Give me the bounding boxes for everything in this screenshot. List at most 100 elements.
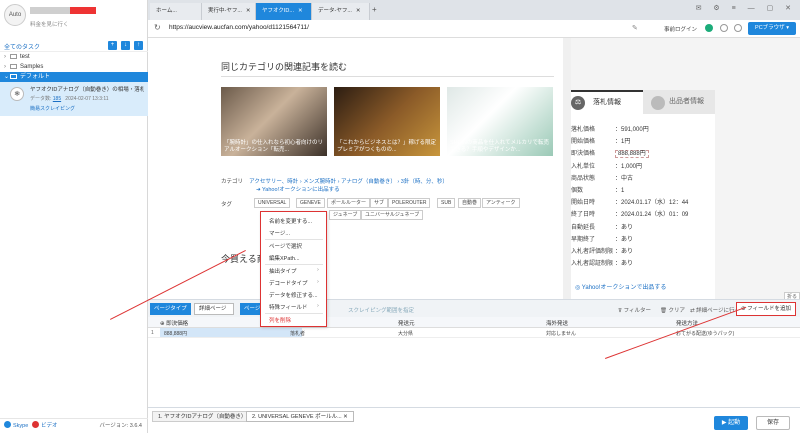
menu-item-select-in-page[interactable]: ページで選択 [269,242,302,250]
tag[interactable]: サブ [370,198,389,208]
tree-item-default[interactable]: ⌄ デフォルト [0,72,148,82]
cell-method[interactable]: おてがる配送(ゆうパック) [676,330,734,337]
table-row[interactable]: 1 888,888円 落札者 大分県 対応しません おてがる配送(ゆうパック) [148,328,800,338]
page-type-button[interactable]: ページタイプ [150,303,191,315]
tree-label: Samples [20,64,44,70]
import-icon[interactable]: ↓ [121,41,130,50]
tag[interactable]: GENEVE [296,198,325,208]
clear-button[interactable]: 🗑 クリア [660,306,685,314]
menu-item-edit-xpath[interactable]: 編集XPath... [269,254,300,262]
task-item[interactable]: 🕸 ヤフオクIDアナログ（自動巻き）の相場・落札価格 データ数: 185 202… [0,82,148,116]
yahoo-auction-link[interactable]: ◎ Yahoo!オークションで出品する [575,282,666,291]
yahoo-sell-link[interactable]: ➜ Yahoo!オークションに出品する [256,185,340,193]
detail-value: ：あり [615,224,634,231]
export-icon[interactable]: ↑ [134,41,143,50]
upgrade-link[interactable]: 料金を見に行く [30,20,69,28]
tag[interactable]: POLEROUTER [388,198,431,208]
detail-key: 早期終了 [571,236,596,243]
article-thumb[interactable]: 「腕時計」の仕入れなら初心者向けのリアルオークション「転売... [221,87,327,156]
close-icon[interactable]: ✕ [356,8,361,14]
page-type-select[interactable]: 詳細ページ ▾ [194,303,234,323]
tab-data[interactable]: データ-ヤフ... ✕ [312,3,370,20]
column-header[interactable]: 発送元 [398,319,415,327]
pc-browser-dropdown[interactable]: PCブラウザ ▾ [748,22,796,35]
url-input[interactable]: https://aucview.aucfan.com/yahoo/d112156… [169,24,309,31]
data-grid: ⊕ 即決価格 発送元 海外発送 発送方法 1 888,888円 落札者 大分県 … [148,317,800,407]
tab-label: ヤフオクID... [262,8,294,14]
save-button[interactable]: 保存 [756,416,790,430]
all-tasks-label[interactable]: 全てのタスク [4,42,40,51]
skype-link[interactable]: Skype [4,419,28,434]
goto-detail-button[interactable]: ⇄ 詳細ページに行く [690,306,740,314]
cell-origin[interactable]: 大分県 [398,330,413,337]
bottom-bar: 1. ヤフオクIDアナログ（自動巻き）... 2. UNIVERSAL GENE… [148,407,800,433]
prelogin-button[interactable]: 事前ログイン [664,25,697,33]
menu-item-merge[interactable]: マージ... [269,229,290,237]
tab-running[interactable]: 実行中-ヤフ... ✕ [202,3,256,20]
auction-info-panel: 落札情報 出品者情報 ⚖ 落札価格 ：591,000円 開始価格 ：1円 即決価格 888… [563,38,800,299]
tag[interactable]: ユニバーサルジュネーブ [361,210,424,220]
tab-home[interactable]: ホーム... [150,3,202,20]
detail-row: 開始日時 ：2024.01.17（水）12：44 [571,197,688,206]
start-button[interactable]: ▶ 起動 [714,416,748,430]
tag[interactable]: 自動巻 [458,198,482,208]
cell-price[interactable]: 888,888円 [164,330,187,337]
tab-yahoo-active[interactable]: ヤフオクID... ✕ [256,3,312,20]
app-logo: Auto [4,4,26,26]
tree-item-test[interactable]: › test [0,52,148,62]
article-caption: SHEINの商品を仕入れてメルカリで転売できる？手順やデザインか... [450,140,549,153]
bottom-tab-1[interactable]: 1. ヤフオクIDアナログ（自動巻き）... [152,411,257,422]
detail-row: 終了日時 ：2024.01.24（水）01：09 [571,209,688,218]
collapse-button[interactable]: 折る [784,292,800,299]
tag[interactable]: SUB [437,198,456,208]
tag[interactable]: ジュネーブ [329,210,362,220]
menu-item-delete-column[interactable]: 列を削除 [269,316,291,324]
help-icon[interactable] [734,24,742,32]
sidebar-footer: Skype ビデオ バージョン: 3.6.4 [0,418,148,433]
settings-icon[interactable] [720,24,728,32]
new-folder-icon[interactable]: + [108,41,117,50]
article-caption: 「腕時計」の仕入れなら初心者向けのリアルオークション「転売... [224,140,324,153]
menu-item-extract-type[interactable]: 抽出タイプ › [269,267,319,275]
task-mode[interactable]: 簡易スクレイピング [30,105,75,112]
detail-key: 落札価格 [571,127,596,133]
page-scrollbar[interactable] [563,38,571,299]
reload-icon[interactable]: ↻ [154,23,161,32]
skype-label: Skype [13,423,29,429]
add-field-button[interactable]: ⊕ フィールドを追加 [735,302,796,316]
cell-overseas[interactable]: 対応しません [546,330,576,337]
folder-icon [10,74,17,79]
detail-key: 入札単位 [571,163,596,170]
window-controls[interactable]: ✉ ⚙ ≡ — ▢ ✕ [696,4,796,12]
cell-payer[interactable]: 落札者 [290,330,305,337]
column-header[interactable]: 海外発送 [546,319,568,327]
detail-key: 商品状態 [571,175,596,182]
close-icon[interactable]: ✕ [246,8,251,14]
bottom-tab-2[interactable]: 2. UNIVERSAL GENEVE ポールル... ✕ [246,411,354,422]
new-tab-button[interactable]: + [372,5,377,14]
scrape-range-link[interactable]: スクレイピング範囲を指定 [348,306,414,314]
data-count-link[interactable]: 185 [53,96,61,102]
article-thumb[interactable]: SHEINの商品を仕入れてメルカリで転売できる？手順やデザインか... [447,87,553,156]
user-icon [651,96,665,110]
video-link[interactable]: ビデオ [32,419,58,434]
status-icon[interactable] [705,24,713,32]
column-header[interactable]: ⊕ 即決価格 [160,319,188,327]
tag[interactable]: ポールルーター [327,198,371,208]
menu-item-special-field[interactable]: 特殊フィールド › [269,303,319,311]
menu-item-rename[interactable]: 名前を変更する... [269,217,312,225]
tag[interactable]: UNIVERSAL [254,198,291,208]
edit-icon[interactable]: ✎ [632,24,638,32]
task-date: 2024-02-07 13:3:11 [65,96,109,102]
tree-item-samples[interactable]: › Samples [0,62,148,72]
filter-button[interactable]: ⊽ フィルター [618,306,651,314]
menu-item-decode-type[interactable]: デコードタイプ › [269,279,319,287]
task-title: ヤフオクIDアナログ（自動巻き）の相場・落札価格 [30,87,144,93]
close-icon[interactable]: ✕ [298,8,303,14]
menu-item-modify-data[interactable]: データを修正する... [269,291,318,299]
chevron-right-icon: › [317,303,319,309]
detail-value: ：あり [615,261,634,268]
tag[interactable]: アンティーク [482,198,520,208]
article-thumb[interactable]: 「これからビジネスとは？」稼げる限定プレミアがつくものの... [334,87,440,156]
video-label: ビデオ [41,423,58,429]
